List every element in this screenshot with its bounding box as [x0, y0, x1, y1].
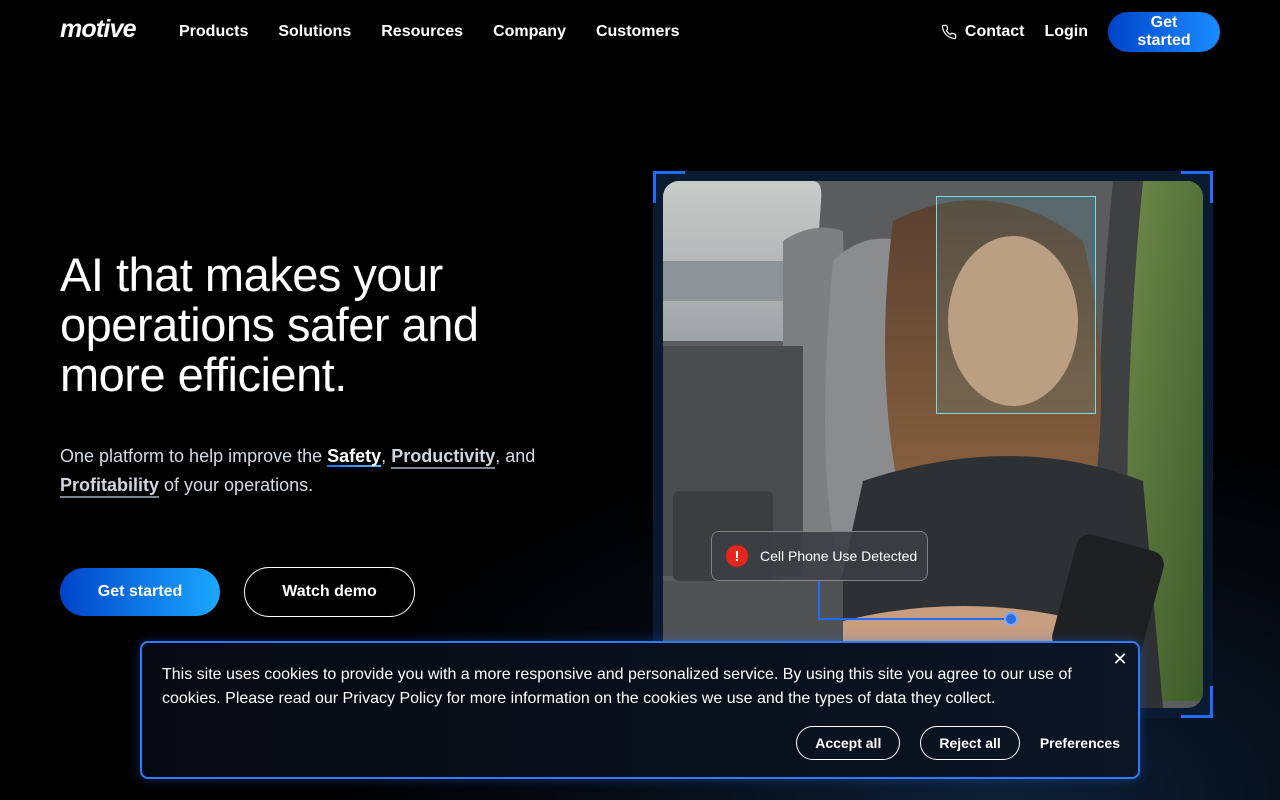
nav-solutions[interactable]: Solutions [278, 20, 351, 44]
keyword-safety[interactable]: Safety [327, 446, 382, 469]
login-link[interactable]: Login [1044, 23, 1088, 41]
motive-logo[interactable]: motive [60, 14, 137, 44]
nav-right: Contact Login Get started [941, 12, 1220, 52]
cookie-banner: This site uses cookies to provide you wi… [140, 641, 1140, 779]
keyword-productivity[interactable]: Productivity [391, 446, 496, 469]
hero-title: AI that makes your operations safer and … [60, 248, 479, 401]
cell-phone-alert: ! Cell Phone Use Detected [711, 531, 928, 581]
phone-icon [941, 24, 957, 40]
dashcam-video[interactable] [663, 181, 1203, 708]
preferences-link[interactable]: Preferences [1040, 735, 1120, 751]
hero-sub-suffix: of your operations. [159, 475, 314, 495]
contact-label: Contact [964, 23, 1025, 40]
nav-company[interactable]: Company [493, 20, 566, 44]
cookie-actions: Accept all Reject all Preferences [796, 726, 1120, 760]
hero-sub-comma: , [381, 446, 387, 466]
nav-resources[interactable]: Resources [381, 20, 463, 44]
nav-products[interactable]: Products [179, 20, 248, 44]
dashcam-scene [663, 181, 1203, 708]
page: motive Products Solutions Resources Comp… [0, 0, 1280, 800]
hero-sub-prefix: One platform to help improve the [60, 446, 328, 466]
nav-customers[interactable]: Customers [596, 20, 680, 44]
nav-get-started-button[interactable]: Get started [1108, 12, 1220, 52]
nav-links: Products Solutions Resources Company Cus… [179, 20, 710, 44]
hero-get-started-button[interactable]: Get started [60, 568, 220, 616]
keyword-profitability[interactable]: Profitability [60, 475, 160, 498]
watch-demo-button[interactable]: Watch demo [244, 567, 415, 617]
cookie-text: This site uses cookies to provide you wi… [162, 666, 1072, 707]
alert-text: Cell Phone Use Detected [760, 548, 918, 564]
face-detection-box [936, 196, 1096, 414]
alert-connector-dot [1004, 612, 1018, 626]
hero-buttons: Get started Watch demo [60, 567, 415, 617]
close-icon[interactable]: ✕ [1110, 649, 1130, 669]
exclamation-icon: ! [726, 545, 748, 567]
hero-sub-and: , and [495, 446, 536, 466]
top-nav: motive Products Solutions Resources Comp… [0, 0, 1280, 64]
contact-link[interactable]: Contact [941, 23, 1025, 41]
alert-connector-horizontal [818, 618, 1010, 620]
reject-all-button[interactable]: Reject all [920, 726, 1020, 760]
accept-all-button[interactable]: Accept all [796, 726, 901, 760]
alert-connector-vertical [818, 581, 820, 620]
hero-subtitle: One platform to help improve the Safety,… [60, 442, 560, 500]
